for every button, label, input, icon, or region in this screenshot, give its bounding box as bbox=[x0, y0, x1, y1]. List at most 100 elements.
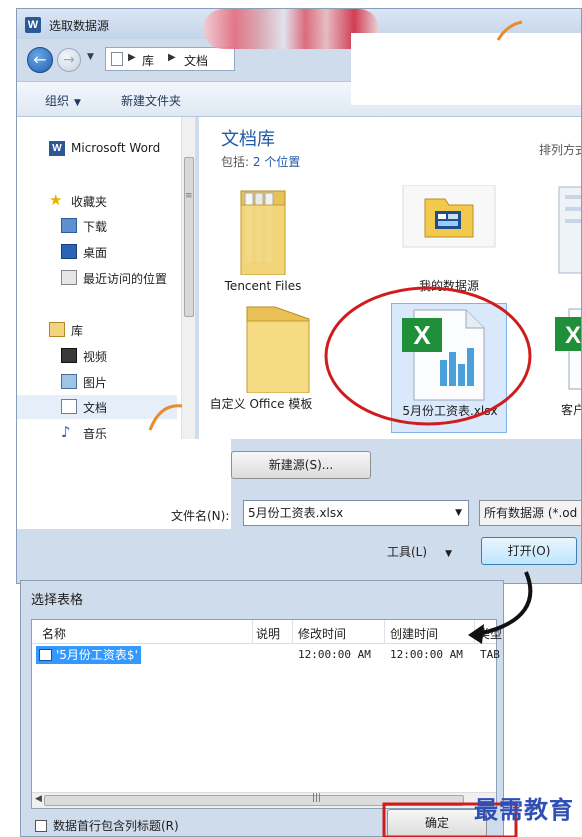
sidebar-item-pictures[interactable]: 图片 bbox=[17, 370, 177, 394]
chevron-down-icon: ▼ bbox=[445, 549, 452, 559]
scroll-grip-icon: ≡ bbox=[185, 191, 193, 201]
open-button[interactable]: 打开(O) bbox=[481, 537, 577, 565]
filetype-select[interactable]: 所有数据源 (*.od bbox=[479, 500, 581, 526]
first-row-header-option[interactable]: 数据首行包含列标题(R) bbox=[35, 817, 179, 834]
file-name: 客户通 bbox=[561, 403, 581, 417]
sidebar-item-label: 下载 bbox=[83, 220, 108, 234]
chevron-down-icon: ▼ bbox=[74, 98, 81, 108]
chevron-right-icon[interactable]: ▶ bbox=[168, 52, 176, 63]
sidebar-item-documents[interactable]: 文档 bbox=[17, 395, 177, 419]
select-data-source-dialog: W 选取数据源 ← → ▼ ▶ 库 ▶ 文档 组织 ▼ 新建文件夹 W Micro… bbox=[16, 8, 582, 584]
download-folder-icon bbox=[61, 218, 77, 233]
breadcrumb-documents[interactable]: 文档 bbox=[184, 52, 208, 69]
scrollbar-thumb[interactable] bbox=[184, 157, 194, 317]
folder-icon bbox=[240, 190, 286, 276]
sidebar-item-desktop[interactable]: 桌面 bbox=[17, 240, 177, 264]
tools-menu-button[interactable]: 工具(L) ▼ bbox=[387, 543, 452, 560]
first-row-header-checkbox[interactable] bbox=[35, 820, 47, 832]
file-item-tencent-files[interactable]: Tencent Files bbox=[205, 185, 321, 297]
word-icon: W bbox=[49, 141, 65, 156]
sidebar-item-label: 图片 bbox=[83, 376, 108, 390]
table-created-time: 12:00:00 AM bbox=[390, 648, 463, 661]
file-name: 自定义 Office 模板 bbox=[209, 397, 313, 411]
breadcrumb-library[interactable]: 库 bbox=[142, 52, 154, 69]
file-item-custom-office-templates[interactable]: 自定义 Office 模板 bbox=[205, 303, 321, 435]
desktop-icon bbox=[61, 244, 77, 259]
column-divider[interactable] bbox=[474, 620, 475, 644]
library-title: 文档库 bbox=[221, 129, 275, 150]
sidebar-item-label: 视频 bbox=[83, 350, 108, 364]
column-divider[interactable] bbox=[384, 620, 385, 644]
document-icon bbox=[558, 186, 581, 274]
excel-file-icon: X bbox=[402, 309, 485, 401]
locations-link[interactable]: 2 个位置 bbox=[253, 155, 300, 169]
sidebar-item-videos[interactable]: 视频 bbox=[17, 344, 177, 368]
column-header-name[interactable]: 名称 bbox=[42, 625, 66, 642]
new-source-button[interactable]: 新建源(S)... bbox=[231, 451, 371, 479]
sidebar-item-label: 文档 bbox=[83, 401, 108, 415]
file-item-customer[interactable]: X 客户通 bbox=[545, 303, 581, 433]
table-modified-time: 12:00:00 AM bbox=[298, 648, 371, 661]
recent-places-icon bbox=[61, 270, 77, 285]
new-folder-button[interactable]: 新建文件夹 bbox=[121, 92, 181, 109]
sidebar-item-label: Microsoft Word bbox=[71, 141, 161, 155]
recent-pages-dropdown[interactable]: ▼ bbox=[87, 52, 94, 62]
filename-input[interactable]: 5月份工资表.xlsx ▼ bbox=[243, 500, 469, 526]
table-header: 名称 说明 修改时间 创建时间 类型 bbox=[32, 620, 502, 644]
back-button[interactable]: ← bbox=[27, 47, 53, 73]
chevron-right-icon[interactable]: ▶ bbox=[128, 52, 136, 63]
watermark: 最需教育 bbox=[474, 795, 574, 824]
column-divider[interactable] bbox=[292, 620, 293, 644]
file-list-pane: 文档库 包括: 2 个位置 排列方式 Tencent Files bbox=[199, 117, 581, 439]
sidebar-item-recent-places[interactable]: 最近访问的位置 bbox=[17, 266, 177, 290]
file-item-employee[interactable]: 员工 bbox=[545, 185, 581, 297]
nav-pane-scrollbar[interactable]: ≡ bbox=[181, 117, 195, 439]
sidebar-item-favorites[interactable]: ★ 收藏夹 bbox=[17, 189, 177, 213]
organize-label: 组织 bbox=[45, 94, 70, 108]
file-item-my-data-sources[interactable]: 我的数据源 bbox=[391, 184, 507, 297]
library-includes: 包括: 2 个位置 bbox=[221, 153, 300, 170]
column-header-type[interactable]: 类型 bbox=[478, 625, 502, 642]
filename-label: 文件名(N): bbox=[171, 509, 230, 523]
documents-icon bbox=[61, 399, 77, 414]
excel-file-icon: X bbox=[555, 308, 581, 390]
table-name-cell[interactable]: '5月份工资表$' bbox=[36, 646, 141, 664]
table-icon bbox=[39, 649, 52, 661]
file-item-salary-xlsx[interactable]: X 5月份工资表.xlsx bbox=[391, 303, 507, 433]
organize-button[interactable]: 组织 ▼ bbox=[45, 92, 81, 109]
sidebar-item-microsoft-word[interactable]: W Microsoft Word bbox=[17, 137, 177, 161]
column-header-description[interactable]: 说明 bbox=[256, 625, 280, 642]
checkbox-label: 数据首行包含列标题(R) bbox=[53, 819, 179, 833]
column-header-created[interactable]: 创建时间 bbox=[390, 625, 438, 642]
scroll-grip-icon: ||| bbox=[312, 793, 322, 803]
library-icon bbox=[49, 322, 65, 337]
scroll-left-icon[interactable]: ◀ bbox=[35, 794, 42, 804]
navigation-pane: W Microsoft Word ★ 收藏夹 下载 桌面 最近访问的位置 库 视… bbox=[17, 117, 195, 441]
arrange-by-label[interactable]: 排列方式 bbox=[539, 141, 581, 158]
ok-button[interactable]: 确定 bbox=[387, 809, 487, 836]
file-name: 我的数据源 bbox=[418, 279, 479, 293]
table-name: '5月份工资表$' bbox=[56, 648, 138, 662]
table-row[interactable]: '5月份工资表$' 12:00:00 AM 12:00:00 AM TAB bbox=[32, 644, 500, 666]
scrollbar-thumb[interactable] bbox=[44, 795, 464, 806]
horizontal-scrollbar[interactable]: ◀ ||| bbox=[32, 792, 496, 808]
dialog-title: 选择表格 bbox=[31, 593, 84, 608]
pictures-icon bbox=[61, 374, 77, 389]
sidebar-item-libraries[interactable]: 库 bbox=[17, 318, 177, 342]
file-name: Tencent Files bbox=[224, 279, 302, 293]
column-header-modified[interactable]: 修改时间 bbox=[298, 625, 346, 642]
svg-text:X: X bbox=[413, 320, 431, 350]
forward-button[interactable]: → bbox=[57, 48, 81, 72]
column-divider[interactable] bbox=[252, 620, 253, 644]
select-table-dialog: 选择表格 名称 说明 修改时间 创建时间 类型 '5月份工资表$' 12:00:… bbox=[20, 580, 504, 837]
masked-area bbox=[351, 33, 581, 105]
video-icon bbox=[61, 348, 77, 363]
svg-text:X: X bbox=[565, 322, 581, 349]
chevron-down-icon[interactable]: ▼ bbox=[455, 501, 462, 525]
sidebar-item-downloads[interactable]: 下载 bbox=[17, 214, 177, 238]
music-icon: ♪ bbox=[61, 423, 71, 441]
breadcrumb[interactable]: ▶ 库 ▶ 文档 bbox=[105, 47, 235, 71]
sidebar-item-label: 最近访问的位置 bbox=[83, 272, 168, 286]
sidebar-item-label: 库 bbox=[71, 324, 84, 338]
table-list[interactable]: 名称 说明 修改时间 创建时间 类型 '5月份工资表$' 12:00:00 AM… bbox=[31, 619, 502, 809]
